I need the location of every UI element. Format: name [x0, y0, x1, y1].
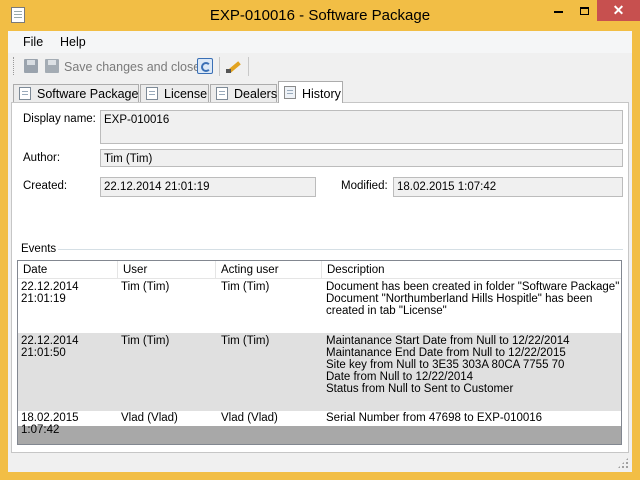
- column-header-acting-user[interactable]: Acting user: [216, 261, 322, 279]
- created-field[interactable]: 22.12.2014 21:01:19: [100, 177, 316, 197]
- display-name-label: Display name:: [23, 113, 96, 125]
- client-area: File Help Save changes and close Softwar…: [8, 31, 632, 472]
- save-icon[interactable]: [24, 59, 38, 73]
- table-row-selected[interactable]: 22.12.2014 21:01:50 Tim (Tim) Tim (Tim) …: [18, 333, 621, 411]
- tab-label: History: [302, 87, 341, 101]
- tab-label: Dealers: [234, 87, 278, 101]
- tab-label: License: [164, 87, 208, 101]
- history-icon: [284, 86, 296, 99]
- column-header-description[interactable]: Description: [322, 261, 621, 279]
- save-and-close-icon[interactable]: [45, 59, 59, 73]
- minimize-icon: [553, 10, 563, 13]
- events-grid-header: Date User Acting user Description: [18, 261, 621, 279]
- cell-acting-user: Tim (Tim): [221, 335, 270, 347]
- events-group-label: Events: [21, 243, 57, 255]
- tab-strip: Software Package License Dealers History: [8, 81, 632, 103]
- close-icon: ✕: [612, 2, 625, 18]
- cell-user: Tim (Tim): [121, 335, 170, 347]
- refresh-icon[interactable]: [197, 58, 213, 74]
- toolbar-separator: [248, 57, 249, 76]
- window-title: EXP-010016 - Software Package: [209, 7, 431, 24]
- document-icon: [146, 87, 158, 100]
- menu-file[interactable]: File: [23, 35, 43, 49]
- cell-date: 22.12.2014 21:01:50: [21, 335, 79, 359]
- events-grid[interactable]: Date User Acting user Description 22.12.…: [17, 260, 622, 445]
- cell-user: Tim (Tim): [121, 281, 170, 293]
- maximize-button[interactable]: [571, 0, 597, 21]
- edit-pencil-icon[interactable]: [226, 58, 242, 74]
- cell-description: Serial Number from 47698 to EXP-010016: [326, 412, 543, 424]
- events-grid-body: Date User Acting user Description 22.12.…: [18, 261, 621, 436]
- toolbar-separator: [219, 57, 220, 76]
- tab-dealers[interactable]: Dealers: [210, 84, 277, 102]
- modified-field[interactable]: 18.02.2015 1:07:42: [393, 177, 623, 197]
- menu-bar: File Help: [8, 31, 632, 53]
- maximize-icon: [579, 6, 589, 15]
- tab-license[interactable]: License: [140, 84, 209, 102]
- tab-label: Software Package: [37, 87, 139, 101]
- cell-acting-user: Tim (Tim): [221, 281, 270, 293]
- column-header-user[interactable]: User: [118, 261, 216, 279]
- table-row[interactable]: 22.12.2014 21:01:19 Tim (Tim) Tim (Tim) …: [18, 279, 621, 333]
- tab-software-package[interactable]: Software Package: [13, 84, 139, 102]
- created-label: Created:: [23, 180, 68, 192]
- save-and-close-button[interactable]: Save changes and close: [64, 60, 200, 74]
- cell-acting-user: Vlad (Vlad): [221, 412, 278, 424]
- minimize-button[interactable]: [545, 0, 571, 21]
- cell-user: Vlad (Vlad): [121, 412, 178, 424]
- resize-grip[interactable]: [617, 457, 629, 469]
- events-group-divider: [58, 249, 623, 250]
- menu-help[interactable]: Help: [60, 35, 86, 49]
- cell-date: 22.12.2014 21:01:19: [21, 281, 79, 305]
- toolbar: Save changes and close: [8, 53, 632, 81]
- cell-date: 18.02.2015 1:07:42: [21, 412, 79, 436]
- toolbar-grip[interactable]: [13, 57, 16, 75]
- title-bar[interactable]: EXP-010016 - Software Package ✕: [0, 0, 640, 31]
- author-label: Author:: [23, 152, 61, 164]
- display-name-field[interactable]: EXP-010016: [100, 110, 623, 144]
- cell-description: Maintanance Start Date from Null to 12/2…: [326, 335, 570, 395]
- author-field[interactable]: Tim (Tim): [100, 149, 623, 167]
- modified-label: Modified:: [341, 180, 388, 192]
- history-tab-page: Display name: EXP-010016 Author: Tim (Ti…: [11, 102, 629, 453]
- table-row[interactable]: 18.02.2015 1:07:42 Vlad (Vlad) Vlad (Vla…: [18, 411, 621, 436]
- tab-history[interactable]: History: [278, 81, 343, 103]
- cell-description: Document has been created in folder "Sof…: [326, 281, 620, 317]
- document-icon: [19, 87, 31, 100]
- column-header-date[interactable]: Date: [18, 261, 118, 279]
- application-window: EXP-010016 - Software Package ✕ File Hel…: [0, 0, 640, 480]
- document-icon: [216, 87, 228, 100]
- close-button[interactable]: ✕: [597, 0, 640, 21]
